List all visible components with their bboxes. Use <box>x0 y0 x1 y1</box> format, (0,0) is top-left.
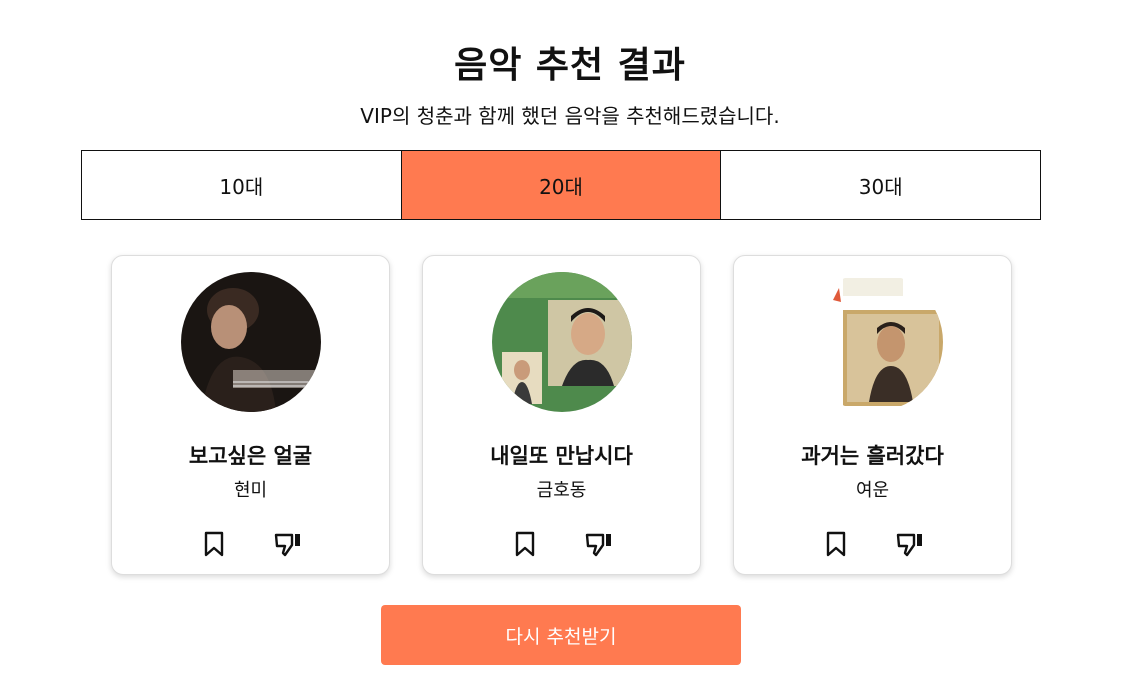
tab-label: 30대 <box>858 174 903 199</box>
song-actions <box>112 529 389 559</box>
bookmark-icon[interactable] <box>821 529 851 559</box>
song-artist: 금호동 <box>536 480 587 501</box>
bookmark-icon[interactable] <box>199 529 229 559</box>
song-card: 과거는 흘러갔다 여운 <box>733 255 1012 575</box>
thumbs-down-icon[interactable] <box>895 529 925 559</box>
tab-label: 20대 <box>539 174 583 199</box>
page-subtitle: VIP의 청춘과 함께 했던 음악을 추천해드렸습니다. <box>360 104 780 128</box>
album-cover-icon <box>181 272 321 412</box>
song-card-list: 보고싶은 얼굴 현미 내일또 만납시다 금호동 과거는 흘러갔다 여운 <box>111 255 1012 575</box>
tab-20s[interactable]: 20대 <box>400 151 721 219</box>
bookmark-icon[interactable] <box>510 529 540 559</box>
page-title: 음악 추천 결과 <box>454 45 686 86</box>
song-title: 과거는 흘러갔다 <box>801 444 944 468</box>
tab-30s[interactable]: 30대 <box>720 151 1041 219</box>
song-title: 보고싶은 얼굴 <box>188 444 313 468</box>
song-actions <box>734 529 1011 559</box>
retry-button-label: 다시 추천받기 <box>505 625 617 648</box>
album-cover-icon <box>492 272 632 412</box>
thumbs-down-icon[interactable] <box>273 529 303 559</box>
song-artist: 현미 <box>233 480 268 501</box>
song-card: 보고싶은 얼굴 현미 <box>111 255 390 575</box>
age-tabs: 10대 20대 30대 <box>81 150 1041 220</box>
tab-label: 10대 <box>219 174 264 199</box>
song-artist: 여운 <box>855 480 890 501</box>
song-actions <box>423 529 700 559</box>
tab-10s[interactable]: 10대 <box>82 151 401 219</box>
retry-recommend-button[interactable]: 다시 추천받기 <box>381 605 741 665</box>
thumbs-down-icon[interactable] <box>584 529 614 559</box>
song-title: 내일또 만납시다 <box>490 444 633 468</box>
song-card: 내일또 만납시다 금호동 <box>422 255 701 575</box>
album-cover-icon <box>803 272 943 412</box>
